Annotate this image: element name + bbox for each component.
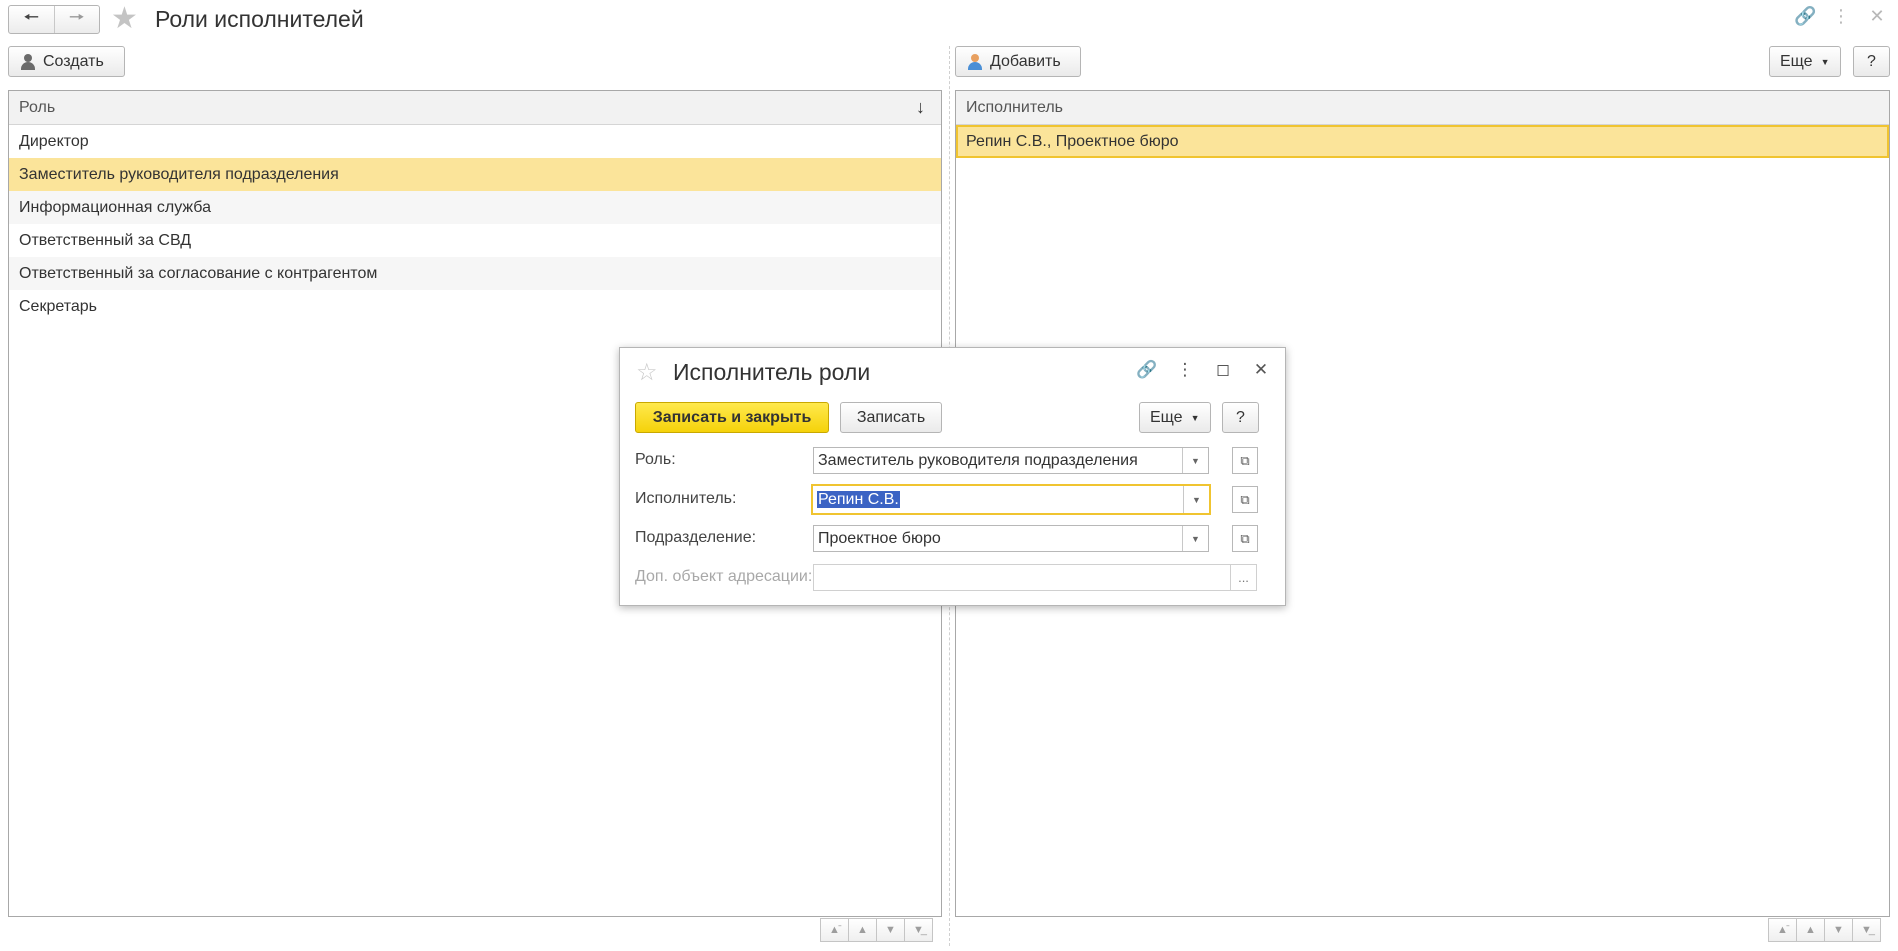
- performer-field[interactable]: Репин С.В. ▼: [811, 484, 1211, 515]
- table-row[interactable]: Секретарь: [9, 290, 941, 323]
- extra-object-label: Доп. объект адресации:: [635, 568, 813, 585]
- table-row[interactable]: Директор: [9, 125, 941, 158]
- department-label: Подразделение:: [635, 529, 757, 546]
- chevron-down-icon: ▼: [1820, 56, 1830, 67]
- window-controls: 🔗 ⋮ ✕: [1794, 6, 1888, 27]
- more-vertical-icon[interactable]: ⋮: [1173, 360, 1197, 380]
- open-role-button[interactable]: ⧉: [1232, 447, 1258, 474]
- sort-arrow-icon: ↓: [916, 97, 925, 117]
- back-button[interactable]: 🠔: [9, 6, 54, 33]
- star-icon[interactable]: ☆: [636, 358, 658, 387]
- chevron-down-icon[interactable]: ▼: [1183, 486, 1209, 513]
- roles-scroll-controls: ▲̄ ▲ ▼ ▼̲: [820, 918, 933, 942]
- role-label: Роль:: [635, 451, 676, 468]
- scroll-top-icon[interactable]: ▲̄: [1768, 918, 1797, 942]
- close-icon[interactable]: ✕: [1866, 6, 1888, 27]
- page-title: Роли исполнителей: [155, 6, 364, 32]
- scroll-top-icon[interactable]: ▲̄: [820, 918, 849, 942]
- save-button[interactable]: Записать: [840, 402, 942, 433]
- scroll-down-icon[interactable]: ▼: [876, 918, 905, 942]
- open-department-button[interactable]: ⧉: [1232, 525, 1258, 552]
- select-ellipsis-icon[interactable]: ...: [1230, 565, 1256, 590]
- title-bar: 🠔 🠖 ★ Роли исполнителей 🔗 ⋮ ✕: [0, 0, 1898, 38]
- column-header-role: Роль: [19, 99, 56, 116]
- save-and-close-button[interactable]: Записать и закрыть: [635, 402, 829, 433]
- user-icon: [968, 53, 982, 70]
- dialog-title: Исполнитель роли: [673, 359, 871, 385]
- table-row-selected[interactable]: Заместитель руководителя подразделения: [9, 158, 941, 191]
- scroll-up-icon[interactable]: ▲: [848, 918, 877, 942]
- maximize-icon[interactable]: ◻: [1211, 360, 1235, 380]
- scroll-bottom-icon[interactable]: ▼̲: [904, 918, 933, 942]
- chevron-down-icon[interactable]: ▼: [1182, 526, 1208, 551]
- star-icon[interactable]: ★: [111, 3, 138, 35]
- help-button[interactable]: ?: [1853, 46, 1890, 77]
- link-icon[interactable]: 🔗: [1135, 360, 1159, 380]
- role-field[interactable]: Заместитель руководителя подразделения ▼: [813, 447, 1209, 474]
- open-window-icon: ⧉: [1240, 452, 1250, 468]
- arrow-right-icon: 🠖: [68, 6, 85, 27]
- scroll-bottom-icon[interactable]: ▼̲: [1852, 918, 1881, 942]
- more-vertical-icon[interactable]: ⋮: [1830, 6, 1852, 27]
- more-button[interactable]: Еще ▼: [1769, 46, 1841, 77]
- table-row-selected[interactable]: Репин С.В., Проектное бюро: [956, 125, 1889, 158]
- chevron-down-icon: ▼: [1190, 412, 1200, 423]
- link-icon[interactable]: 🔗: [1794, 6, 1816, 27]
- user-icon: [21, 53, 35, 70]
- open-window-icon: ⧉: [1240, 491, 1250, 507]
- performers-table-header[interactable]: Исполнитель: [956, 91, 1889, 125]
- extra-object-field[interactable]: ...: [813, 564, 1257, 591]
- arrow-left-icon: 🠔: [23, 6, 40, 27]
- open-performer-button[interactable]: ⧉: [1232, 486, 1258, 513]
- scroll-down-icon[interactable]: ▼: [1824, 918, 1853, 942]
- dialog-help-button[interactable]: ?: [1222, 402, 1259, 433]
- roles-table-header[interactable]: Роль ↓: [9, 91, 941, 125]
- dialog-window-controls: 🔗 ⋮ ◻ ✕: [1135, 360, 1273, 380]
- scroll-up-icon[interactable]: ▲: [1796, 918, 1825, 942]
- performer-label: Исполнитель:: [635, 490, 737, 507]
- performers-scroll-controls: ▲̄ ▲ ▼ ▼̲: [1768, 918, 1881, 942]
- department-field[interactable]: Проектное бюро ▼: [813, 525, 1209, 552]
- add-button[interactable]: Добавить: [955, 46, 1081, 77]
- table-row[interactable]: Информационная служба: [9, 191, 941, 224]
- table-row[interactable]: Ответственный за согласование с контраге…: [9, 257, 941, 290]
- chevron-down-icon[interactable]: ▼: [1182, 448, 1208, 473]
- create-button[interactable]: Создать: [8, 46, 125, 77]
- column-header-performer: Исполнитель: [966, 99, 1064, 116]
- open-window-icon: ⧉: [1240, 530, 1250, 546]
- navigation-buttons: 🠔 🠖: [8, 5, 100, 34]
- table-row[interactable]: Ответственный за СВД: [9, 224, 941, 257]
- forward-button[interactable]: 🠖: [53, 6, 100, 33]
- close-icon[interactable]: ✕: [1249, 360, 1273, 380]
- dialog-more-button[interactable]: Еще ▼: [1139, 402, 1211, 433]
